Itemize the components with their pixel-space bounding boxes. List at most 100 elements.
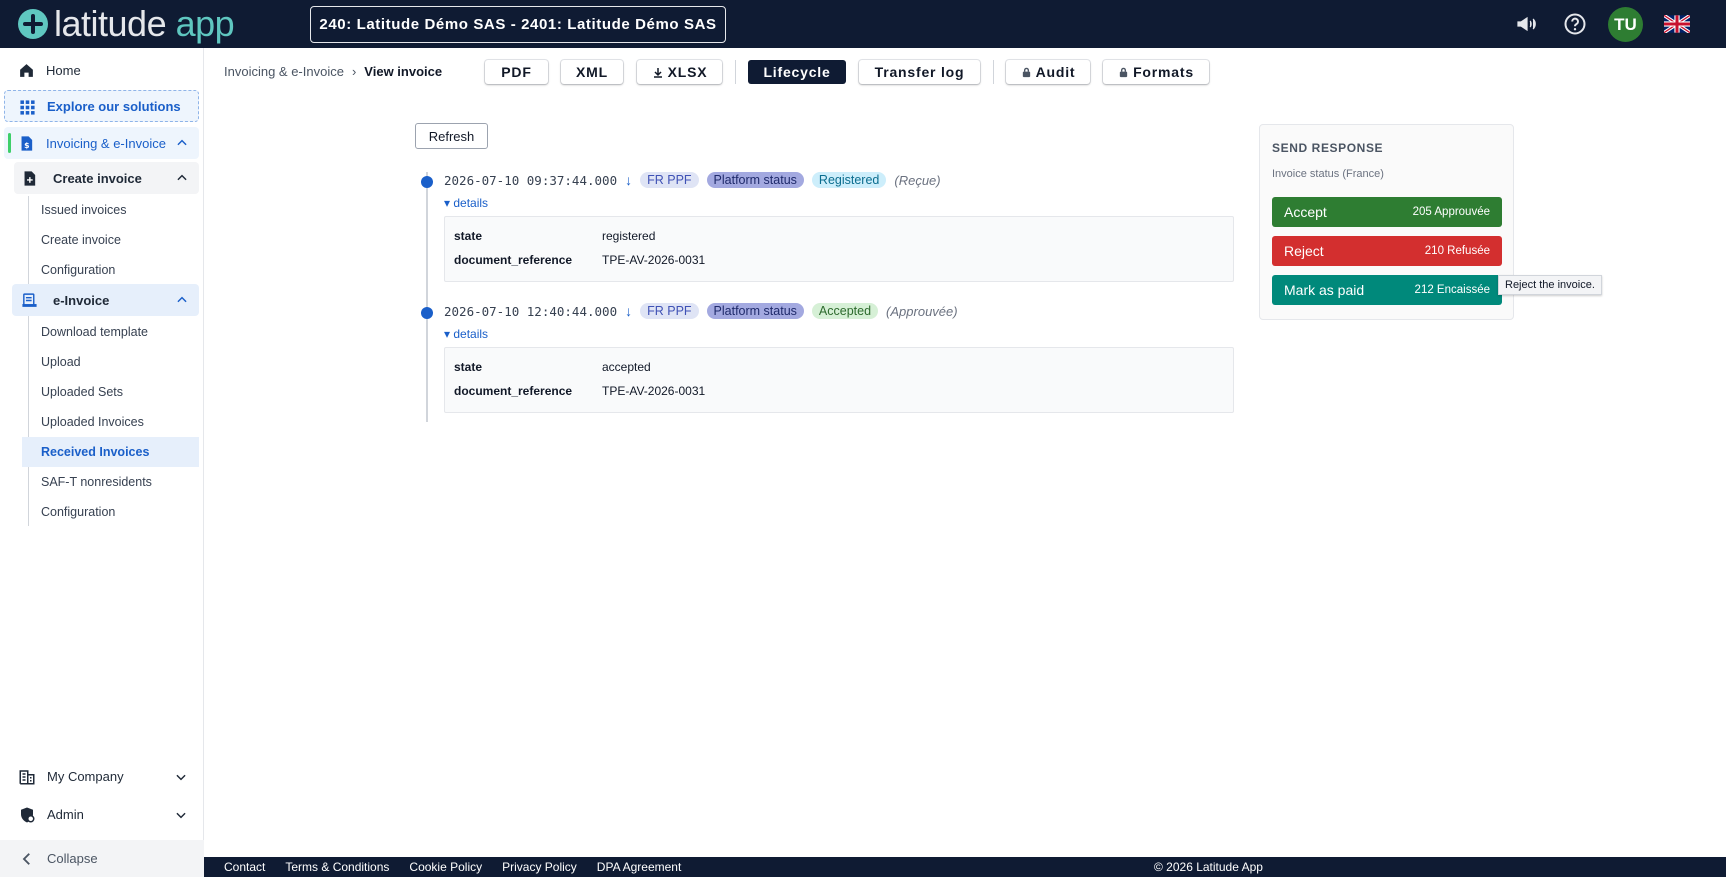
explore-solutions-button[interactable]: Explore our solutions xyxy=(4,90,199,122)
send-response-panel: SEND RESPONSE Invoice status (France) Ac… xyxy=(1259,124,1514,320)
timeline-dot xyxy=(421,307,433,319)
sidebar-item-admin[interactable]: Admin xyxy=(0,796,204,833)
status-note: (Reçue) xyxy=(894,172,941,188)
timeline-dot xyxy=(421,176,433,188)
sidebar-group-create-invoice[interactable]: Create invoice xyxy=(14,162,199,194)
status-note: (Approuvée) xyxy=(886,303,958,319)
mark-as-paid-label: Mark as paid xyxy=(1284,282,1365,298)
breadcrumb-parent[interactable]: Invoicing & e-Invoice xyxy=(224,64,344,79)
app-logo[interactable]: latitude app xyxy=(18,3,235,44)
mark-as-paid-code: 212 Encaissée xyxy=(1414,284,1490,296)
lifecycle-label: Lifecycle xyxy=(763,64,831,80)
timeline-event-header: 2026-07-10 09:37:44.000 ↓ FR PPF Platfor… xyxy=(444,172,941,188)
refresh-button[interactable]: Refresh xyxy=(415,123,488,149)
sidebar-item-configuration[interactable]: Configuration xyxy=(22,255,199,285)
footer: Contact Terms & Conditions Cookie Policy… xyxy=(204,857,1726,877)
xlsx-download-button[interactable]: XLSX xyxy=(637,60,722,84)
details-toggle[interactable]: ▾ details xyxy=(444,327,488,341)
sidebar-item-issued-invoices[interactable]: Issued invoices xyxy=(22,195,199,225)
incoming-arrow-icon: ↓ xyxy=(625,172,633,188)
user-avatar[interactable]: TU xyxy=(1608,7,1643,42)
formats-label: Formats xyxy=(1133,64,1194,80)
sidebar-group-label: e-Invoice xyxy=(53,292,110,308)
detail-key: state xyxy=(454,360,483,374)
footer-link-contact[interactable]: Contact xyxy=(224,860,265,874)
detail-value: accepted xyxy=(602,360,651,374)
help-icon[interactable] xyxy=(1563,12,1587,36)
grid-icon xyxy=(20,100,35,115)
chevron-up-icon xyxy=(177,174,187,181)
breadcrumb: Invoicing & e-Invoice › View invoice xyxy=(224,64,442,79)
accept-button[interactable]: Accept 205 Approuvée xyxy=(1272,197,1502,227)
sidebar-group-label: Create invoice xyxy=(53,170,142,186)
tab-audit[interactable]: Audit xyxy=(1006,60,1090,84)
footer-link-cookie[interactable]: Cookie Policy xyxy=(409,860,482,874)
logo-word-2: app xyxy=(175,3,235,44)
event-timestamp: 2026-07-10 12:40:44.000 xyxy=(444,303,618,319)
sidebar-item-my-company[interactable]: My Company xyxy=(0,758,204,795)
detail-value: registered xyxy=(602,229,656,243)
pdf-button[interactable]: PDF xyxy=(485,60,548,84)
transfer-log-label: Transfer log xyxy=(874,64,965,80)
sidebar-collapse-button[interactable]: Collapse xyxy=(0,840,204,877)
details-toggle[interactable]: ▾ details xyxy=(444,196,488,210)
panel-title: SEND RESPONSE xyxy=(1272,141,1384,155)
invoice-dollar-icon: $ xyxy=(21,136,33,151)
sidebar-item-label: My Company xyxy=(47,769,124,784)
footer-link-dpa[interactable]: DPA Agreement xyxy=(597,860,682,874)
sidebar-item-uploaded-invoices[interactable]: Uploaded Invoices xyxy=(22,407,199,437)
sidebar-item-label: Home xyxy=(46,62,81,78)
chevron-up-icon xyxy=(177,139,187,146)
incoming-arrow-icon: ↓ xyxy=(625,303,633,319)
accept-label: Accept xyxy=(1284,204,1327,220)
admin-shield-icon xyxy=(21,807,35,823)
sidebar-item-download-template[interactable]: Download template xyxy=(22,317,199,347)
footer-link-privacy[interactable]: Privacy Policy xyxy=(502,860,577,874)
footer-copyright: © 2026 Latitude App xyxy=(1154,860,1263,874)
sidebar-item-home[interactable]: Home xyxy=(4,54,199,86)
sidebar-item-upload[interactable]: Upload xyxy=(22,347,199,377)
building-icon xyxy=(19,770,35,785)
xml-label: XML xyxy=(576,64,608,80)
event-details-box: state accepted document_reference TPE-AV… xyxy=(444,347,1234,413)
explore-label: Explore our solutions xyxy=(47,98,181,114)
sidebar-item-einvoice-configuration[interactable]: Configuration xyxy=(22,497,199,527)
logo-word-1: latitude xyxy=(54,3,167,44)
mark-as-paid-button[interactable]: Mark as paid 212 Encaissée xyxy=(1272,275,1502,305)
breadcrumb-separator-icon: › xyxy=(351,64,357,79)
sidebar-group-einvoice[interactable]: e-Invoice xyxy=(12,284,199,316)
source-badge: FR PPF xyxy=(640,172,699,188)
megaphone-icon[interactable] xyxy=(1515,12,1539,36)
reject-button[interactable]: Reject 210 Refusée xyxy=(1272,236,1502,266)
type-badge: Platform status xyxy=(706,303,804,319)
sidebar-item-invoicing[interactable]: $ Invoicing & e-Invoice xyxy=(4,127,199,159)
sidebar-item-uploaded-sets[interactable]: Uploaded Sets xyxy=(22,377,199,407)
details-label: details xyxy=(453,196,489,210)
einvoice-icon xyxy=(22,293,37,307)
footer-link-terms[interactable]: Terms & Conditions xyxy=(285,860,389,874)
event-details-box: state registered document_reference TPE-… xyxy=(444,216,1234,282)
uk-flag-icon[interactable] xyxy=(1664,15,1690,33)
tab-formats[interactable]: Formats xyxy=(1103,60,1209,84)
company-selector[interactable]: 240: Latitude Démo SAS - 2401: Latitude … xyxy=(310,6,726,43)
sidebar-item-create-invoice[interactable]: Create invoice xyxy=(22,225,199,255)
chevron-down-icon xyxy=(176,812,186,819)
sidebar-item-label: Admin xyxy=(47,807,84,822)
event-timestamp: 2026-07-10 09:37:44.000 xyxy=(444,172,618,188)
toolbar-divider xyxy=(993,60,994,84)
chevron-down-icon xyxy=(176,774,186,781)
xlsx-label: XLSX xyxy=(667,64,708,80)
top-bar: latitude app 240: Latitude Démo SAS - 24… xyxy=(0,0,1726,48)
type-badge: Platform status xyxy=(706,172,804,188)
svg-text:$: $ xyxy=(24,141,29,150)
sidebar-item-received-invoices[interactable]: Received Invoices xyxy=(22,437,199,467)
timeline-line xyxy=(426,172,428,422)
lock-icon xyxy=(1119,67,1128,77)
panel-subtitle: Invoice status (France) xyxy=(1272,168,1384,180)
tab-transfer-log[interactable]: Transfer log xyxy=(859,60,980,84)
sidebar-item-saft-nonresidents[interactable]: SAF-T nonresidents xyxy=(22,467,199,497)
xml-button[interactable]: XML xyxy=(561,60,623,84)
breadcrumb-current: View invoice xyxy=(364,64,443,79)
status-badge: Registered xyxy=(811,172,887,188)
tab-lifecycle[interactable]: Lifecycle xyxy=(748,60,846,84)
